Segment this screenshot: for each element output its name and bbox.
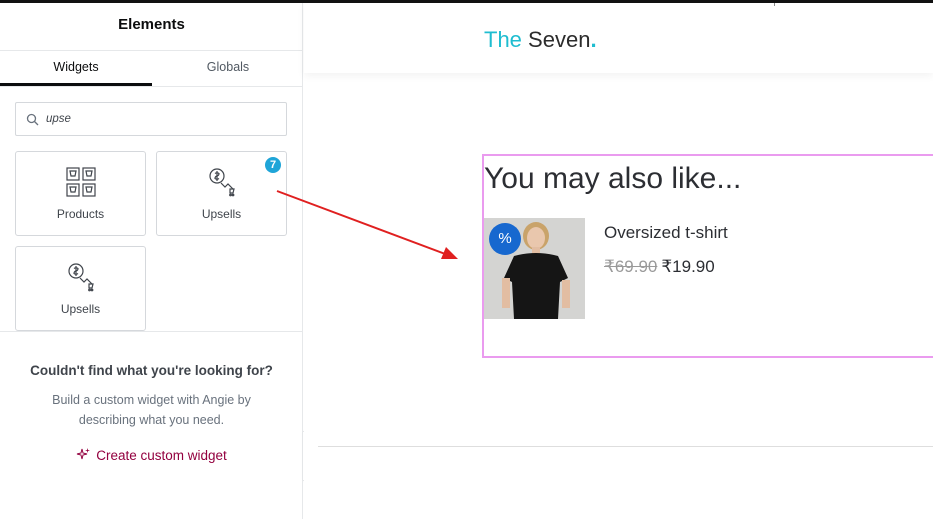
old-price: ₹69.90 — [604, 257, 658, 276]
widget-products[interactable]: Products — [15, 151, 146, 236]
search-input[interactable] — [46, 103, 276, 135]
widget-label: Upsells — [201, 207, 242, 221]
search-icon — [26, 113, 39, 126]
create-custom-widget-label: Create custom widget — [96, 448, 227, 463]
upsells-icon — [208, 168, 235, 197]
site-logo[interactable]: The Seven. — [484, 27, 597, 53]
site-header: The Seven. — [304, 3, 933, 73]
footer-divider — [318, 446, 933, 447]
tab-globals[interactable]: Globals — [152, 51, 304, 86]
header-divider — [774, 3, 775, 6]
search-box[interactable] — [15, 102, 287, 136]
create-custom-widget-link[interactable]: Create custom widget — [0, 447, 303, 463]
pro-badge: 7 — [265, 157, 281, 173]
panel-divider — [0, 331, 303, 332]
upsells-icon — [67, 263, 94, 292]
not-found-description: Build a custom widget with Angie by desc… — [52, 393, 251, 427]
section-title: You may also like... — [484, 162, 742, 195]
product-image[interactable]: % — [484, 218, 585, 319]
widget-label: Products — [56, 207, 105, 221]
panel-title: Elements — [118, 16, 185, 33]
tab-widgets[interactable]: Widgets — [0, 51, 152, 86]
logo-dot: . — [590, 27, 597, 52]
top-border — [0, 0, 933, 3]
sparkle-icon — [77, 448, 91, 460]
widget-upsells[interactable]: Upsells — [15, 246, 146, 331]
widget-upsells-pro[interactable]: 7 Upsells — [156, 151, 287, 236]
logo-part-the: The — [484, 27, 522, 52]
not-found-title: Couldn't find what you're looking for? — [30, 363, 273, 378]
sale-price: ₹19.90 — [661, 257, 715, 276]
product-name[interactable]: Oversized t-shirt — [604, 223, 728, 243]
page-preview: The Seven. You may also like... % Oversi… — [304, 0, 933, 519]
sale-badge: % — [489, 223, 521, 255]
elements-panel: Elements Widgets Globals Products — [0, 0, 303, 519]
products-grid-icon — [65, 167, 96, 197]
product-price: ₹69.90 ₹19.90 — [604, 257, 715, 277]
tabs-divider — [0, 86, 303, 87]
widget-label: Upsells — [60, 302, 101, 316]
logo-part-seven: Seven — [528, 27, 591, 52]
upsells-widget-section[interactable]: You may also like... % Oversized t-shirt… — [482, 154, 933, 358]
